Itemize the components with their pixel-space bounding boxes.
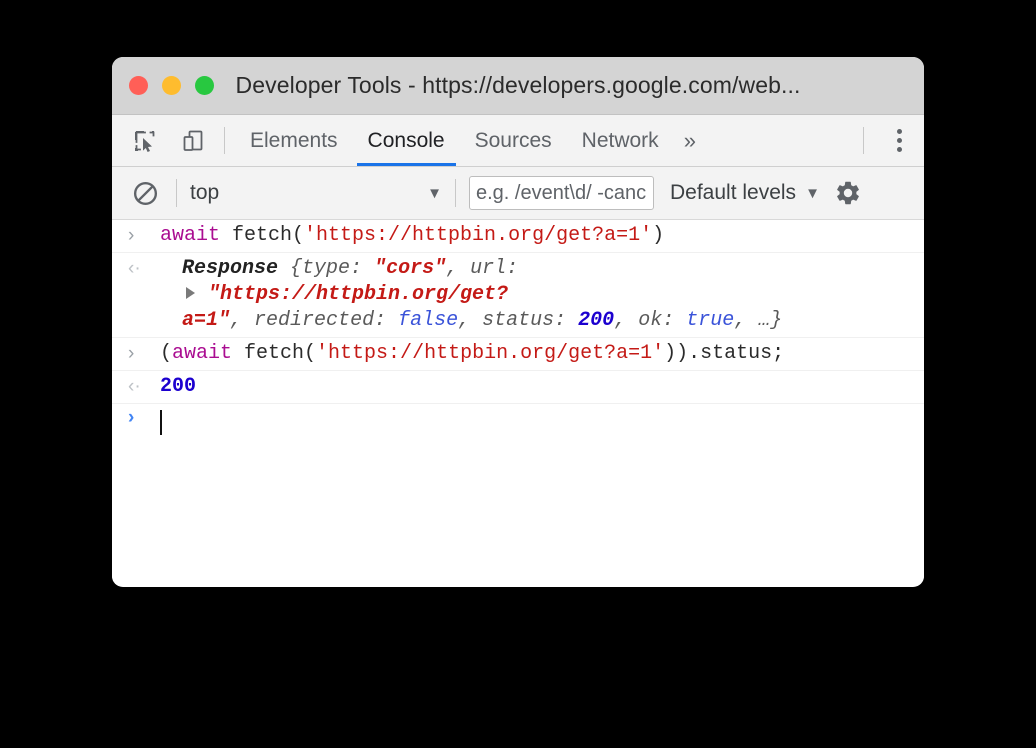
console-output-object[interactable]: ‹· Response {type: "cors", url: "https:/… — [112, 253, 924, 338]
text-cursor — [160, 410, 162, 435]
chevron-down-icon: ▼ — [427, 184, 442, 202]
response-object-rest: a=1", redirected: false, status: 200, ok… — [160, 308, 914, 334]
tab-list: Elements Console Sources Network » — [235, 115, 710, 166]
clear-console-button[interactable] — [127, 175, 163, 211]
keyword-await: await — [160, 224, 221, 247]
console-input-code: await fetch('https://httpbin.org/get?a=1… — [160, 224, 665, 247]
devtools-menu-button[interactable] — [874, 115, 924, 166]
output-value-200: 200 — [160, 375, 197, 398]
value-redirected: false — [398, 309, 459, 332]
more-tabs-button[interactable]: » — [674, 115, 710, 166]
execution-context-selector[interactable]: top ▼ — [190, 181, 442, 205]
clear-console-icon — [133, 181, 157, 205]
devtools-window: Developer Tools - https://developers.goo… — [112, 57, 924, 587]
settings-button[interactable] — [834, 179, 862, 207]
response-object-preview[interactable]: Response {type: "cors", url: — [160, 256, 914, 282]
window-title: Developer Tools - https://developers.goo… — [235, 72, 801, 98]
value-url-part2: a=1" — [182, 309, 231, 332]
string-literal-url-2: 'https://httpbin.org/get?a=1' — [316, 342, 665, 365]
value-type: "cors" — [374, 257, 447, 280]
tabbar-divider-right — [863, 127, 864, 154]
prop-status: status: — [482, 309, 567, 332]
tabbar-right — [851, 115, 924, 166]
kebab-dot-2 — [896, 138, 902, 143]
response-object-url-line[interactable]: "https://httpbin.org/get? — [160, 282, 914, 308]
console-filter-input[interactable] — [469, 176, 654, 210]
gear-icon — [837, 181, 859, 205]
window-titlebar: Developer Tools - https://developers.goo… — [112, 57, 924, 115]
input-prompt-marker-2: › — [128, 343, 135, 364]
prop-type: type: — [302, 257, 363, 280]
value-status: 200 — [578, 309, 615, 332]
prop-ok: ok: — [638, 309, 675, 332]
tab-console-label: Console — [367, 128, 445, 152]
kebab-dot-1 — [896, 129, 902, 134]
close-button[interactable] — [129, 76, 148, 95]
output-result-marker: ‹· — [128, 258, 141, 279]
toolbar-divider-1 — [176, 179, 177, 207]
tab-sources-label: Sources — [474, 128, 552, 152]
inspect-element-icon — [135, 130, 155, 152]
value-url-part1: "https://httpbin.org/get? — [208, 283, 509, 306]
string-literal-url: 'https://httpbin.org/get?a=1' — [304, 224, 653, 247]
zoom-button[interactable] — [195, 76, 214, 95]
chevron-double-right-icon: » — [683, 127, 696, 153]
tab-console[interactable]: Console — [353, 115, 460, 166]
object-class-name: Response — [182, 257, 279, 280]
chevron-down-icon-levels: ▼ — [805, 184, 820, 202]
window-controls — [112, 76, 214, 95]
log-levels-label: Default levels — [670, 181, 797, 204]
kebab-dot-3 — [896, 147, 902, 152]
tab-network-label: Network — [581, 128, 659, 152]
tab-network[interactable]: Network — [567, 115, 674, 166]
console-toolbar: top ▼ Default levels ▼ — [112, 167, 924, 220]
object-tail: , …} — [734, 309, 783, 332]
value-ok: true — [686, 309, 735, 332]
tab-elements-label: Elements — [250, 128, 338, 152]
object-open-brace: { — [290, 257, 303, 280]
active-prompt-marker: › — [128, 407, 135, 428]
device-toolbar-button[interactable] — [174, 122, 212, 160]
console-input-code-2: (await fetch('https://httpbin.org/get?a=… — [160, 342, 785, 365]
expand-triangle-icon[interactable] — [186, 287, 195, 299]
output-result-marker-2: ‹· — [128, 376, 141, 397]
execution-context-value: top — [190, 181, 220, 204]
comma-2: , — [230, 309, 243, 332]
console-input-message-2[interactable]: › (await fetch('https://httpbin.org/get?… — [112, 338, 924, 371]
input-prompt-marker: › — [128, 225, 135, 246]
log-levels-selector[interactable]: Default levels ▼ — [670, 181, 820, 205]
screen: Developer Tools - https://developers.goo… — [0, 0, 1036, 748]
comma-1: , — [446, 257, 459, 280]
prop-url: url: — [470, 257, 519, 280]
tabbar-tools — [126, 115, 212, 166]
console-prompt-row[interactable]: › — [112, 404, 924, 444]
inspect-element-button[interactable] — [126, 122, 164, 160]
device-toolbar-icon — [183, 130, 203, 151]
comma-4: , — [614, 309, 627, 332]
tab-elements[interactable]: Elements — [235, 115, 353, 166]
toolbar-divider-2 — [455, 179, 456, 207]
comma-3: , — [458, 309, 471, 332]
minimize-button[interactable] — [162, 76, 181, 95]
keyword-await-2: await — [172, 342, 233, 365]
prop-redirected: redirected: — [254, 309, 387, 332]
console-output-number[interactable]: ‹· 200 — [112, 371, 924, 404]
console-message-list[interactable]: › await fetch('https://httpbin.org/get?a… — [112, 220, 924, 586]
devtools-tabbar: Elements Console Sources Network » — [112, 115, 924, 167]
tabbar-divider — [224, 127, 225, 154]
tab-sources[interactable]: Sources — [460, 115, 567, 166]
console-input-message[interactable]: › await fetch('https://httpbin.org/get?a… — [112, 220, 924, 253]
